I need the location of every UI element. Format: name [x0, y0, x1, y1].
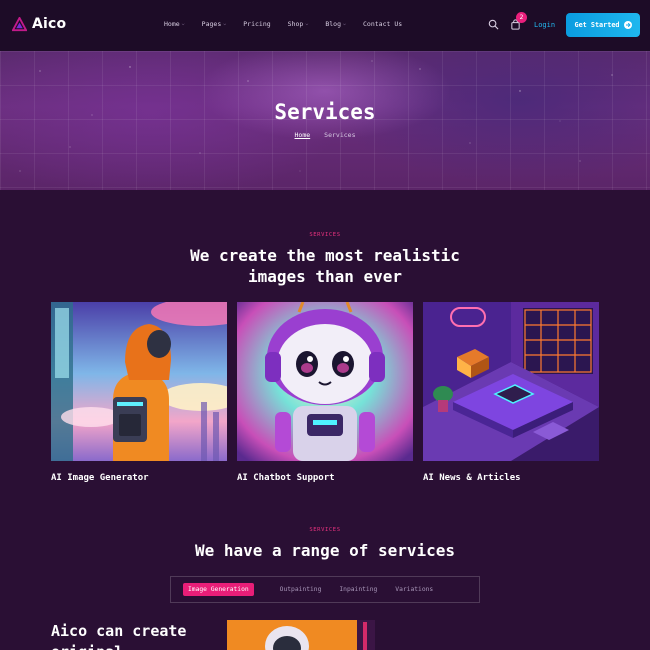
service-card-image-generator[interactable]: AI Image Generator — [51, 302, 227, 483]
breadcrumb: Home Services — [0, 131, 650, 139]
chevron-down-icon: ⌵ — [223, 21, 227, 27]
tab-content-title-line: Aico can create — [51, 622, 187, 640]
chevron-down-icon: ⌵ — [181, 21, 185, 27]
nav-label: Home — [164, 20, 180, 28]
service-card-label: AI Chatbot Support — [237, 473, 335, 483]
cart-count-badge: 2 — [516, 12, 527, 23]
services-tabs: Image Generation Outpainting Inpainting … — [170, 576, 480, 603]
nav-item-blog[interactable]: Blog ⌵ — [325, 20, 346, 28]
service-card-label: AI News & Articles — [423, 473, 521, 483]
logo[interactable]: Aico — [12, 16, 66, 32]
chevron-down-icon: ⌵ — [305, 21, 309, 27]
chevron-down-icon: ⌵ — [343, 21, 347, 27]
site-header: Aico Home ⌵ Pages ⌵ Pricing Shop ⌵ Blog ⌵ Co… — [0, 0, 650, 51]
nav-label: Shop — [287, 20, 304, 28]
arrow-right-icon — [623, 21, 632, 29]
tab-content-title: Aico can create original — [51, 621, 211, 650]
tab-image-generation[interactable]: Image Generation — [183, 583, 254, 596]
nav-item-home[interactable]: Home ⌵ — [164, 20, 185, 28]
section-title: We create the most realistic images than… — [0, 245, 650, 287]
tab-outpainting[interactable]: Outpainting — [280, 586, 322, 593]
logo-text: Aico — [32, 16, 67, 32]
nav-label: Contact Us — [363, 20, 403, 28]
astronaut-preview-image — [227, 620, 375, 650]
nav-item-contact[interactable]: Contact Us — [363, 20, 402, 28]
tab-variations[interactable]: Variations — [395, 586, 433, 593]
get-started-label: Get Started — [574, 21, 620, 29]
nav-item-pricing[interactable]: Pricing — [243, 20, 270, 28]
main-nav: Home ⌵ Pages ⌵ Pricing Shop ⌵ Blog ⌵ Contact… — [164, 20, 419, 28]
section-eyebrow: SERVICES — [309, 232, 341, 238]
page-title: Services — [274, 100, 376, 124]
breadcrumb-current: Services — [324, 131, 356, 139]
section-title-line: We create the most realistic — [190, 246, 460, 265]
logo-icon — [12, 16, 27, 31]
nav-item-pages[interactable]: Pages ⌵ — [202, 20, 227, 28]
tab-content-title-line: original — [51, 642, 211, 650]
isometric-room-illustration — [423, 302, 599, 461]
service-card-news-articles[interactable]: AI News & Articles — [423, 302, 599, 483]
astronaut-illustration — [51, 302, 227, 461]
login-link[interactable]: Login — [534, 21, 555, 29]
breadcrumb-home-link[interactable]: Home — [295, 131, 311, 139]
section-title-line: images than ever — [247, 267, 403, 286]
search-icon[interactable] — [488, 19, 499, 30]
robot-illustration — [237, 302, 413, 461]
section-title: We have a range of services — [194, 541, 456, 560]
nav-label: Blog — [325, 20, 341, 28]
nav-label: Pricing — [243, 20, 271, 28]
service-card-chatbot-support[interactable]: AI Chatbot Support — [237, 302, 413, 483]
get-started-button[interactable]: Get Started — [566, 13, 640, 37]
tab-inpainting[interactable]: Inpainting — [339, 586, 377, 593]
service-card-label: AI Image Generator — [51, 473, 149, 483]
nav-item-shop[interactable]: Shop ⌵ — [288, 20, 309, 28]
page-hero: Services Home Services — [0, 51, 650, 190]
nav-label: Pages — [201, 20, 222, 28]
section-eyebrow: SERVICES — [309, 527, 341, 533]
